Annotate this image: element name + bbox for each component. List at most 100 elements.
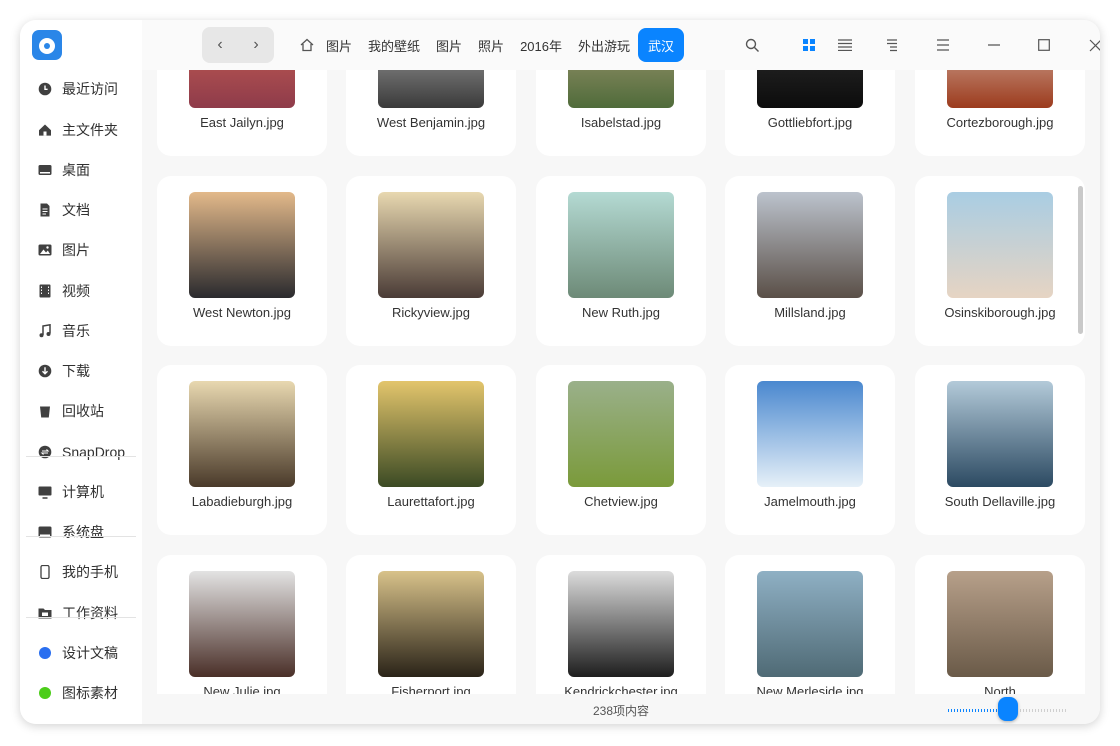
status-bar: 238项内容	[142, 694, 1100, 724]
file-manager-window: 最近访问 主文件夹 桌面 文档 图片 视频 音乐 下载 回收站 SnapDrop 计算机 系统盘 我的手…	[20, 20, 1100, 724]
music-icon	[38, 324, 52, 338]
sidebar-item-15[interactable]: 图标素材	[26, 677, 136, 709]
file-name: Isabelstad.jpg	[580, 115, 662, 130]
file-thumbnail	[757, 571, 863, 677]
breadcrumb-item[interactable]: 武汉	[638, 28, 685, 62]
sidebar-divider	[26, 456, 136, 457]
file-item[interactable]: Rickyview.jpg	[346, 176, 516, 346]
file-item[interactable]: North	[915, 555, 1085, 694]
file-thumbnail	[189, 70, 295, 108]
chevron-right-icon: ›	[253, 36, 259, 53]
file-item[interactable]: East Jailyn.jpg	[157, 70, 327, 156]
file-thumbnail	[568, 70, 674, 108]
sidebar-item-label: 我的手机	[62, 564, 118, 580]
breadcrumb-item[interactable]: 外出游玩	[570, 28, 638, 62]
close-icon[interactable]	[1085, 35, 1100, 55]
file-name: Kendrickchester.jpg	[564, 684, 678, 694]
file-item[interactable]: New Merleside.jpg	[725, 555, 895, 694]
back-button[interactable]: ‹	[202, 27, 238, 63]
file-name: Gottliebfort.jpg	[767, 115, 853, 130]
navigation-buttons: ‹ ›	[202, 27, 274, 63]
file-name: Laurettafort.jpg	[387, 494, 475, 509]
file-thumbnail	[947, 571, 1053, 677]
file-thumbnail	[947, 192, 1053, 298]
file-item[interactable]: West Benjamin.jpg	[346, 70, 516, 156]
sidebar-item-12[interactable]: 我的手机	[26, 556, 136, 588]
forward-button[interactable]: ›	[238, 27, 274, 63]
file-thumbnail	[757, 192, 863, 298]
file-thumbnail	[568, 381, 674, 487]
sidebar-item-10[interactable]: 计算机	[26, 476, 136, 508]
home-icon	[38, 123, 52, 137]
file-name: Jamelmouth.jpg	[764, 494, 856, 509]
vertical-scrollbar[interactable]	[1078, 186, 1083, 334]
breadcrumb-item[interactable]: 我的壁纸	[360, 28, 428, 62]
file-item[interactable]: Isabelstad.jpg	[536, 70, 706, 156]
sidebar-item-0[interactable]: 最近访问	[26, 73, 136, 105]
file-thumbnail	[568, 192, 674, 298]
file-item[interactable]: Jamelmouth.jpg	[725, 365, 895, 535]
sidebar-item-6[interactable]: 音乐	[26, 315, 136, 347]
sidebar-item-label: 回收站	[62, 403, 104, 419]
file-thumbnail	[189, 381, 295, 487]
sidebar-item-5[interactable]: 视频	[26, 275, 136, 307]
file-name: New Ruth.jpg	[581, 305, 661, 320]
tag-blue-icon	[38, 646, 52, 660]
file-item[interactable]: New Ruth.jpg	[536, 176, 706, 346]
file-item[interactable]: New Julie.jpg	[157, 555, 327, 694]
home-icon[interactable]	[300, 37, 316, 53]
sidebar-item-9[interactable]: SnapDrop	[26, 436, 136, 468]
breadcrumb-item[interactable]: 2016年	[512, 28, 570, 62]
file-thumbnail	[947, 381, 1053, 487]
breadcrumb: 图片 我的壁纸 图片 照片 2016年 外出游玩 武汉	[300, 28, 685, 62]
file-item[interactable]: Chetview.jpg	[536, 365, 706, 535]
sidebar-item-label: SnapDrop	[62, 444, 126, 460]
toolbar: ‹ › 图片 我的壁纸 图片 照片 2016年 外出游玩 武汉	[142, 20, 1100, 70]
image-icon	[38, 243, 52, 257]
sidebar-item-1[interactable]: 主文件夹	[26, 114, 136, 146]
minimize-icon[interactable]	[984, 35, 1004, 55]
sidebar-item-4[interactable]: 图片	[26, 234, 136, 266]
sidebar-divider	[26, 617, 136, 618]
sidebar-item-8[interactable]: 回收站	[26, 395, 136, 427]
menu-icon[interactable]	[933, 35, 953, 55]
sidebar-divider	[26, 536, 136, 537]
file-item[interactable]: Osinskiborough.jpg	[915, 176, 1085, 346]
sidebar-item-7[interactable]: 下载	[26, 355, 136, 387]
sidebar-item-2[interactable]: 桌面	[26, 154, 136, 186]
file-thumbnail	[189, 192, 295, 298]
file-thumbnail	[757, 70, 863, 108]
zoom-slider-handle[interactable]	[998, 697, 1018, 721]
file-grid: East Jailyn.jpg West Benjamin.jpg Isabelst…	[142, 70, 1100, 694]
file-item[interactable]: Laurettafort.jpg	[346, 365, 516, 535]
file-name: West Newton.jpg	[192, 305, 292, 320]
grid-view-icon[interactable]	[799, 35, 819, 55]
sidebar: 最近访问主文件夹桌面文档图片视频音乐下载回收站 SnapDrop 计算机系统盘我的手…	[20, 20, 142, 724]
file-name: East Jailyn.jpg	[200, 115, 284, 130]
sidebar-item-13[interactable]: 工作资料	[26, 597, 136, 629]
sidebar-item-3[interactable]: 文档	[26, 194, 136, 226]
file-name: North	[984, 684, 1016, 694]
sidebar-item-11[interactable]: 系统盘	[26, 516, 136, 548]
file-item[interactable]: Labadieburgh.jpg	[157, 365, 327, 535]
sidebar-item-label: 工作资料	[62, 605, 118, 621]
app-logo-icon[interactable]	[32, 30, 62, 60]
breadcrumb-item[interactable]: 图片	[318, 28, 360, 62]
file-item[interactable]: Cortezborough.jpg	[915, 70, 1085, 156]
file-item[interactable]: South Dellaville.jpg	[915, 365, 1085, 535]
sidebar-item-14[interactable]: 设计文稿	[26, 637, 136, 669]
file-item[interactable]: Fisherport.jpg	[346, 555, 516, 694]
breadcrumb-item[interactable]: 图片	[428, 28, 470, 62]
file-item[interactable]: West Newton.jpg	[157, 176, 327, 346]
list-view-icon[interactable]	[835, 35, 855, 55]
tree-view-icon[interactable]	[882, 35, 902, 55]
maximize-icon[interactable]	[1034, 35, 1054, 55]
file-thumbnail	[378, 571, 484, 677]
breadcrumb-item[interactable]: 照片	[470, 28, 512, 62]
file-item[interactable]: Kendrickchester.jpg	[536, 555, 706, 694]
file-item[interactable]: Gottliebfort.jpg	[725, 70, 895, 156]
file-item[interactable]: Millsland.jpg	[725, 176, 895, 346]
file-name: New Julie.jpg	[203, 684, 281, 694]
file-thumbnail	[189, 571, 295, 677]
search-icon[interactable]	[742, 35, 762, 55]
